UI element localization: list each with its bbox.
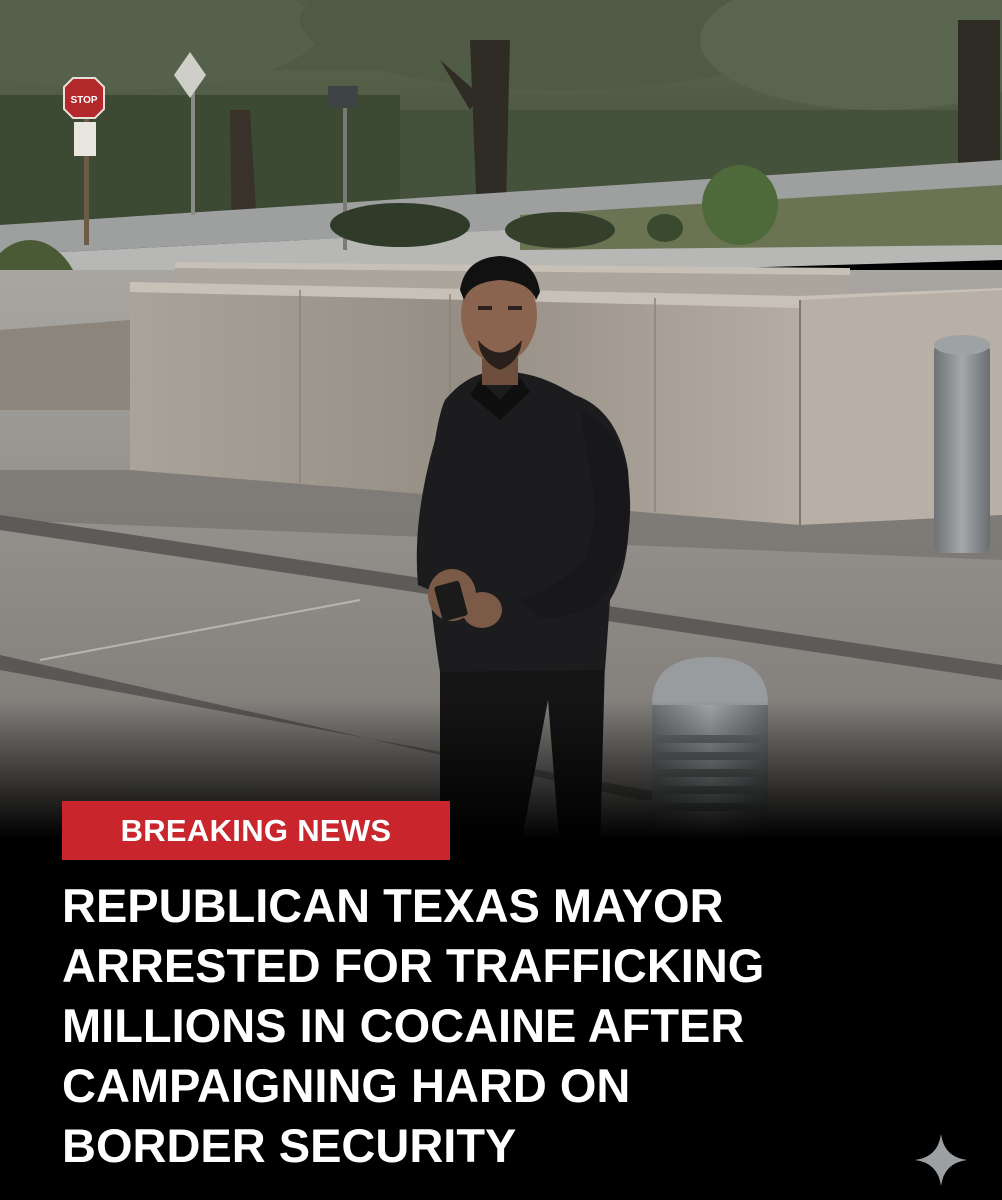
stop-sign-text: STOP — [70, 95, 97, 106]
headline-line: BORDER SECURITY — [62, 1119, 517, 1172]
headline-line: ARRESTED FOR TRAFFICKING — [62, 939, 765, 992]
headline: REPUBLICAN TEXAS MAYOR ARRESTED FOR TRAF… — [62, 876, 962, 1176]
sparkle-icon — [913, 1132, 969, 1188]
headline-line: REPUBLICAN TEXAS MAYOR — [62, 879, 724, 932]
news-graphic: STOP BREAKING NEWS REPUBLICAN TEXAS MAYO… — [0, 0, 1002, 1200]
headline-line: CAMPAIGNING HARD ON — [62, 1059, 631, 1112]
breaking-news-label: BREAKING NEWS — [120, 812, 392, 848]
breaking-news-badge: BREAKING NEWS — [62, 801, 450, 860]
headline-line: MILLIONS IN COCAINE AFTER — [62, 999, 745, 1052]
